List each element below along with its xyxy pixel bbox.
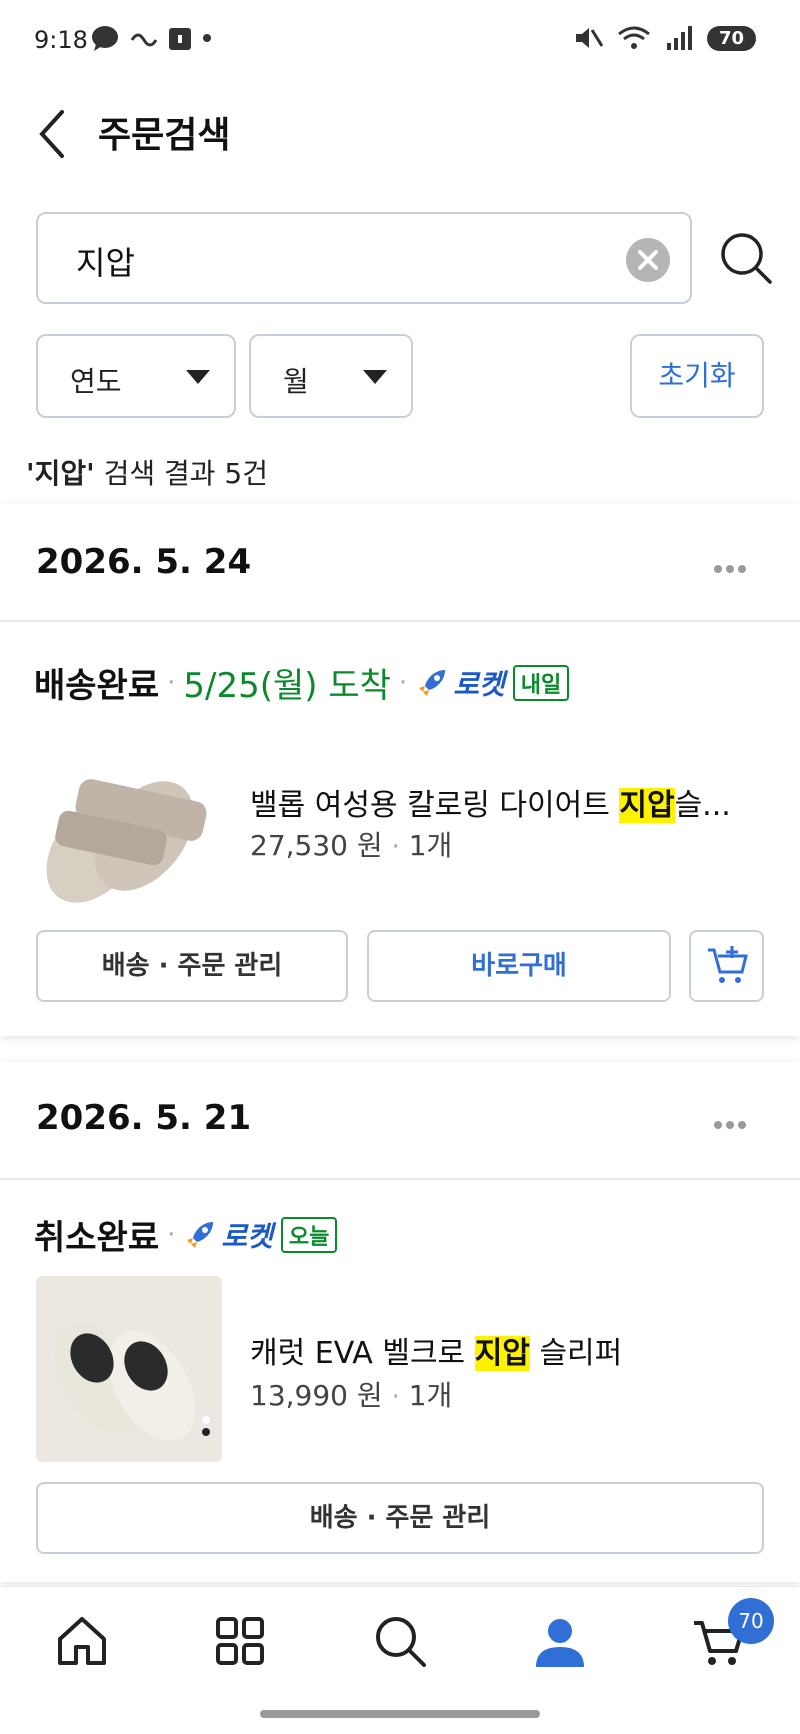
rocket-icon (419, 669, 446, 696)
wifi-icon (618, 26, 650, 49)
manage-order-button[interactable]: 배송 · 주문 관리 (36, 1482, 764, 1554)
chevron-down-icon (363, 370, 387, 384)
close-icon (638, 250, 658, 270)
rocket-badge: 내일 (512, 664, 570, 701)
app-notification-icon (130, 33, 158, 47)
calendar-icon (169, 28, 191, 50)
result-summary: '지압' 검색 결과 5건 (26, 452, 268, 492)
status-left-icons (90, 24, 212, 52)
divider (0, 1178, 800, 1180)
mute-icon (575, 28, 603, 48)
status-time: 9:18 (34, 26, 88, 54)
product-image[interactable] (36, 740, 222, 926)
product-price: 27,530 원 (250, 829, 383, 862)
signal-icon (666, 26, 692, 50)
battery-level: 70 (706, 25, 756, 51)
page-title: 주문검색 (98, 115, 231, 156)
rocket-label: 로켓 (221, 1219, 273, 1253)
product-name-highlight: 지압 (474, 1336, 530, 1371)
arrival-date: 5/25(월) 도착 (183, 666, 391, 706)
category-grid-icon[interactable] (210, 1611, 270, 1671)
product-quantity: 1개 (408, 829, 453, 862)
product-name-suffix: 슬리퍼 (529, 1336, 623, 1371)
order-card: 2026. 5. 21 취소완료 · 로켓 오늘 캐럿 EVA 벨크로 지압 슬… (0, 1062, 800, 1582)
product-name-prefix: 밸롭 여성용 칼로링 다이어트 (250, 788, 620, 823)
separator-dot: · (167, 1219, 176, 1250)
delivery-status-line: 취소완료 · 로켓 오늘 (34, 1210, 338, 1259)
result-count: 검색 결과 5건 (103, 457, 268, 490)
rocket-label: 로켓 (453, 667, 505, 701)
chevron-down-icon (186, 370, 210, 384)
product-name-highlight: 지압 (619, 788, 675, 823)
slipper-image (46, 779, 207, 903)
reset-button[interactable]: 초기화 (630, 334, 764, 418)
product-price-line: 13,990 원 · 1개 (250, 1374, 452, 1414)
home-icon[interactable] (52, 1611, 112, 1671)
delivery-status: 배송완료 (34, 666, 160, 706)
product-quantity: 1개 (408, 1379, 453, 1412)
result-keyword: '지압' (26, 457, 95, 490)
separator-dot: · (391, 1382, 400, 1412)
separator-dot: · (167, 667, 176, 698)
product-name[interactable]: 밸롭 여성용 칼로링 다이어트 지압슬... (250, 780, 731, 824)
order-card: 2026. 5. 24 배송완료 · 5/25(월) 도착 · 로켓 내일 밸롭… (0, 504, 800, 1036)
order-date: 2026. 5. 21 (36, 1098, 252, 1138)
more-options-icon[interactable] (714, 1114, 754, 1129)
delivery-status: 취소완료 (34, 1218, 160, 1258)
search-icon[interactable] (370, 1611, 430, 1671)
more-options-icon[interactable] (714, 558, 754, 573)
manage-order-button[interactable]: 배송 · 주문 관리 (36, 930, 348, 1002)
year-dropdown-label: 연도 (70, 365, 122, 398)
product-name-suffix: 슬... (674, 788, 731, 823)
delivery-status-line: 배송완료 · 5/25(월) 도착 · 로켓 내일 (34, 658, 570, 707)
home-indicator[interactable] (260, 1710, 540, 1718)
separator-dot: · (391, 832, 400, 862)
product-price: 13,990 원 (250, 1379, 383, 1412)
my-page-icon[interactable] (530, 1611, 590, 1671)
slipper-image (54, 1323, 210, 1441)
header: 주문검색 (0, 82, 800, 202)
cart-plus-icon (707, 946, 748, 983)
search-icon[interactable] (718, 228, 774, 288)
rocket-icon (187, 1221, 214, 1248)
product-image[interactable] (36, 1276, 222, 1462)
add-to-cart-button[interactable] (689, 930, 764, 1002)
month-dropdown[interactable]: 월 (249, 334, 413, 418)
product-name-prefix: 캐럿 EVA 벨크로 (250, 1336, 475, 1371)
chat-bubble-icon (92, 26, 118, 51)
dot-indicator-icon (203, 34, 211, 42)
rocket-delivery-tag: 로켓 내일 (415, 663, 570, 703)
back-arrow-icon[interactable] (32, 104, 78, 164)
separator-dot: · (398, 667, 408, 698)
cart-count-badge: 70 (728, 1598, 774, 1644)
rocket-badge: 오늘 (280, 1216, 338, 1253)
buy-now-button[interactable]: 바로구매 (367, 930, 671, 1002)
app-screen: 9:18 70 주문검색 지압 연도 월 초기화 '지압' 검색 결과 5건 2… (0, 0, 800, 1734)
status-bar: 9:18 70 (0, 0, 800, 82)
search-input[interactable]: 지압 (36, 212, 692, 304)
product-price-line: 27,530 원 · 1개 (250, 824, 452, 864)
product-name[interactable]: 캐럿 EVA 벨크로 지압 슬리퍼 (250, 1328, 622, 1372)
divider (0, 620, 800, 622)
search-input-value: 지압 (76, 244, 135, 282)
clear-search-button[interactable] (626, 238, 670, 282)
rocket-delivery-tag: 로켓 오늘 (183, 1215, 338, 1255)
month-dropdown-label: 월 (283, 365, 309, 398)
order-date: 2026. 5. 24 (36, 542, 252, 582)
status-right-icons: 70 (573, 24, 756, 52)
year-dropdown[interactable]: 연도 (36, 334, 236, 418)
